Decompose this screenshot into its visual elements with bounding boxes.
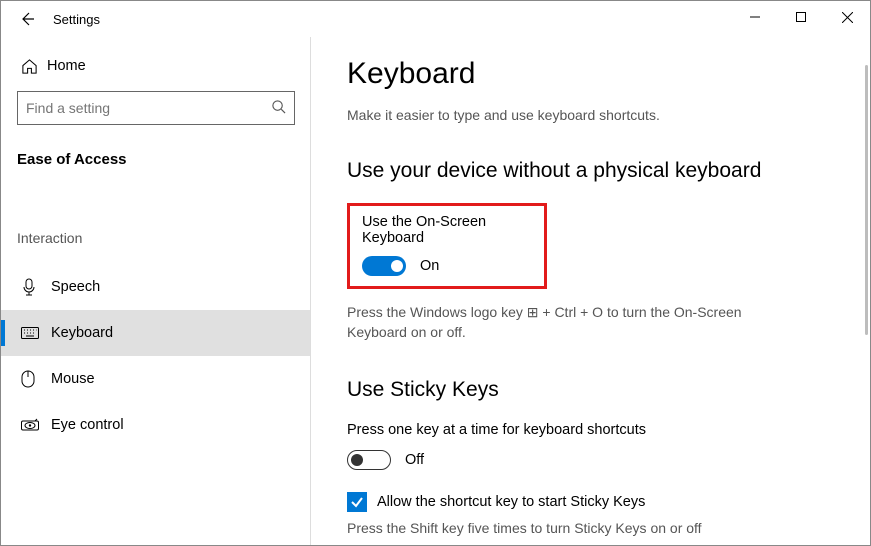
- minimize-icon: [750, 12, 760, 22]
- osk-highlight: Use the On-Screen Keyboard On: [347, 203, 547, 289]
- sticky-hint: Press the Shift key five times to turn S…: [347, 520, 834, 536]
- content-pane: Keyboard Make it easier to type and use …: [311, 37, 870, 545]
- nav-item-label: Speech: [51, 279, 100, 295]
- nav-item-keyboard[interactable]: Keyboard: [1, 310, 311, 356]
- minimize-button[interactable]: [732, 1, 778, 33]
- nav-item-speech[interactable]: Speech: [1, 264, 311, 310]
- window-controls: [732, 1, 870, 33]
- mouse-icon: [21, 370, 51, 388]
- osk-toggle-state: On: [420, 258, 439, 274]
- search-input[interactable]: [26, 100, 271, 116]
- sticky-shortcut-label: Allow the shortcut key to start Sticky K…: [377, 494, 645, 510]
- nav-item-mouse[interactable]: Mouse: [1, 356, 311, 402]
- check-icon: [350, 495, 364, 509]
- sticky-shortcut-checkbox[interactable]: [347, 492, 367, 512]
- windows-logo-icon: ⊞: [527, 303, 539, 323]
- nav-item-label: Keyboard: [51, 325, 113, 341]
- sidebar-section: Interaction: [17, 230, 295, 246]
- nav-item-label: Eye control: [51, 417, 124, 433]
- section-heading-physical-keyboard: Use your device without a physical keybo…: [347, 159, 834, 183]
- keyboard-icon: [21, 327, 51, 339]
- sticky-toggle[interactable]: [347, 450, 391, 470]
- back-button[interactable]: [9, 1, 45, 37]
- nav-item-eye-control[interactable]: Eye control: [1, 402, 311, 448]
- osk-toggle[interactable]: [362, 256, 406, 276]
- sidebar-category: Ease of Access: [17, 151, 295, 168]
- window-title: Settings: [53, 12, 100, 27]
- osk-hint: Press the Windows logo key ⊞ + Ctrl + O …: [347, 303, 777, 342]
- page-title: Keyboard: [347, 57, 834, 91]
- sticky-toggle-state: Off: [405, 452, 424, 468]
- maximize-button[interactable]: [778, 1, 824, 33]
- home-icon: [21, 58, 47, 75]
- titlebar: Settings: [1, 1, 870, 37]
- sticky-description: Press one key at a time for keyboard sho…: [347, 422, 834, 438]
- sidebar: Home Ease of Access Interaction Speech K…: [1, 37, 311, 545]
- eye-icon: [21, 418, 51, 432]
- close-button[interactable]: [824, 1, 870, 33]
- nav-item-label: Mouse: [51, 371, 95, 387]
- scrollbar[interactable]: [865, 65, 868, 335]
- arrow-left-icon: [19, 11, 35, 27]
- nav-home-label: Home: [47, 58, 86, 74]
- section-heading-sticky-keys: Use Sticky Keys: [347, 378, 834, 402]
- close-icon: [842, 12, 853, 23]
- search-box[interactable]: [17, 91, 295, 125]
- nav-home[interactable]: Home: [17, 47, 295, 85]
- search-icon: [271, 99, 286, 117]
- maximize-icon: [796, 12, 806, 22]
- microphone-icon: [21, 278, 51, 296]
- osk-label: Use the On-Screen Keyboard: [362, 214, 532, 246]
- page-subtitle: Make it easier to type and use keyboard …: [347, 107, 834, 123]
